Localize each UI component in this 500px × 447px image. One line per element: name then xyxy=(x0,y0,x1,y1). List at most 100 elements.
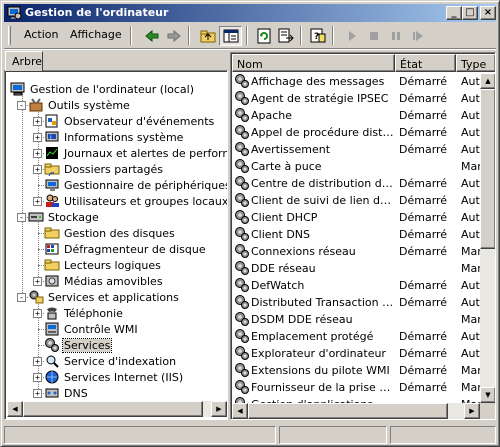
tree-item[interactable]: Médias amovibles xyxy=(44,273,164,289)
tree-item[interactable]: Observateur d'événements xyxy=(44,113,215,129)
service-row[interactable]: Client DNS Démarré Auto xyxy=(232,226,480,243)
service-row[interactable]: Extensions du pilote WMI Démarré Man xyxy=(232,362,480,379)
service-row[interactable]: Apache Démarré Auto xyxy=(232,107,480,124)
expand-icon[interactable]: + xyxy=(33,149,42,158)
start-service-button[interactable] xyxy=(340,26,363,46)
tree-item[interactable]: DNS xyxy=(44,385,89,401)
tree-item[interactable]: Services et applications xyxy=(28,289,180,305)
service-row[interactable]: Carte à puce Man xyxy=(232,158,480,175)
expand-icon[interactable]: + xyxy=(33,197,42,206)
scroll-thumb[interactable] xyxy=(23,401,203,417)
tree-item-label: Défragmenteur de disque xyxy=(64,242,206,256)
up-level-button[interactable] xyxy=(196,26,219,46)
restart-service-button[interactable] xyxy=(406,26,429,46)
service-startup-type: Auto xyxy=(461,75,480,88)
show-hide-tree-button[interactable] xyxy=(219,26,242,46)
forward-button[interactable] xyxy=(162,26,185,46)
tree-horizontal-scrollbar[interactable]: ◀ ▶ xyxy=(7,401,227,417)
service-row[interactable]: DefWatch Démarré Auto xyxy=(232,277,480,294)
tree-item[interactable]: Services Internet (IIS) xyxy=(44,369,184,385)
service-row[interactable]: Gestion d'applicationsMan xyxy=(232,396,480,403)
services-list-panel: Nom État Type Affichage des messages Déma… xyxy=(230,52,496,420)
scroll-left-button[interactable]: ◀ xyxy=(7,401,23,417)
service-row[interactable]: Client DHCP Démarré Auto xyxy=(232,209,480,226)
service-gear-icon xyxy=(234,294,250,310)
service-row[interactable]: Appel de procédure distan... Démarré Auto xyxy=(232,124,480,141)
service-state: Démarré xyxy=(399,109,448,122)
expand-icon[interactable]: + xyxy=(33,165,42,174)
tree-item[interactable]: Gestion des disques xyxy=(44,225,176,241)
title-bar[interactable]: Gestion de l'ordinateur _ □ × xyxy=(4,4,496,22)
help-button[interactable]: ? xyxy=(306,26,329,46)
service-row[interactable]: DSDM DDE réseau Man xyxy=(232,311,480,328)
scroll-right-button[interactable]: ▶ xyxy=(211,401,227,417)
export-list-icon xyxy=(278,28,294,43)
close-button[interactable]: × xyxy=(480,6,496,20)
list-horizontal-scrollbar[interactable]: ◀ ▶ xyxy=(232,403,480,419)
console-tree[interactable]: Gestion de l'ordinateur (local) - Outils s… xyxy=(7,73,227,403)
maximize-button[interactable]: □ xyxy=(462,6,478,20)
computer-management-icon xyxy=(6,5,22,21)
tree-item[interactable]: Stockage xyxy=(28,209,100,225)
indexing-service-icon xyxy=(44,353,60,369)
services-list[interactable]: Affichage des messagesDémarréAutoAgent d… xyxy=(232,73,480,403)
menu-view[interactable]: Affichage xyxy=(70,28,122,41)
tree-item[interactable]: i Informations système xyxy=(44,129,184,145)
tree-item[interactable]: Service d'indexation xyxy=(44,353,177,369)
tree-item[interactable]: Outils système xyxy=(28,97,131,113)
tree-item[interactable]: Gestion de l'ordinateur (local) xyxy=(10,81,195,97)
service-row[interactable]: DDE réseau Man xyxy=(232,260,480,277)
tree-item[interactable]: Utilisateurs et groupes locaux xyxy=(44,193,227,209)
expand-icon[interactable]: + xyxy=(33,117,42,126)
tree-item[interactable]: Défragmenteur de disque xyxy=(44,241,207,257)
pause-service-button[interactable] xyxy=(384,26,407,46)
service-row[interactable]: Centre de distribution de c... Démarré Aut… xyxy=(232,175,480,192)
collapse-icon[interactable]: - xyxy=(17,213,26,222)
expand-icon[interactable]: + xyxy=(33,357,42,366)
service-startup-type: Auto xyxy=(461,296,480,309)
tree-item[interactable]: Contrôle WMI xyxy=(44,321,139,337)
scroll-up-button[interactable]: ▲ xyxy=(480,73,495,89)
scroll-left-button[interactable]: ◀ xyxy=(232,403,248,419)
minimize-button[interactable]: _ xyxy=(446,6,462,20)
svg-text:?: ? xyxy=(314,32,319,42)
expand-icon[interactable]: + xyxy=(33,133,42,142)
tree-item[interactable]: Journaux et alertes de performance xyxy=(44,145,227,161)
service-row[interactable]: Emplacement protégé Démarré Auto xyxy=(232,328,480,345)
collapse-icon[interactable]: - xyxy=(17,293,26,302)
tab-tree[interactable]: Arbre xyxy=(5,51,43,71)
column-header-type[interactable]: Type xyxy=(456,54,495,72)
scroll-thumb[interactable] xyxy=(480,89,495,249)
tree-item[interactable]: Téléphonie xyxy=(44,305,124,321)
service-row[interactable]: Distributed Transaction Co... Démarré Auto xyxy=(232,294,480,311)
back-button[interactable] xyxy=(140,26,163,46)
expand-icon[interactable]: + xyxy=(33,373,42,382)
export-list-button[interactable] xyxy=(274,26,297,46)
column-header-state[interactable]: État xyxy=(395,54,456,72)
menu-action[interactable]: Action xyxy=(24,28,58,41)
column-header-name[interactable]: Nom xyxy=(232,54,395,72)
list-vertical-scrollbar[interactable]: ▲ ▼ xyxy=(480,73,495,403)
service-row[interactable]: Agent de stratégie IPSEC Démarré Auto xyxy=(232,90,480,107)
stop-service-button[interactable] xyxy=(362,26,385,46)
collapse-icon[interactable]: - xyxy=(17,101,26,110)
tree-item[interactable]: Dossiers partagés xyxy=(44,161,164,177)
expand-icon[interactable]: + xyxy=(33,309,42,318)
service-row[interactable]: Connexions réseau Démarré Man xyxy=(232,243,480,260)
service-row[interactable]: Explorateur d'ordinateur Démarré Auto xyxy=(232,345,480,362)
expand-icon[interactable]: + xyxy=(33,389,42,398)
refresh-button[interactable] xyxy=(252,26,275,46)
service-row[interactable]: Client de suivi de lien distri... Démarré… xyxy=(232,192,480,209)
expand-icon[interactable]: + xyxy=(33,277,42,286)
scroll-down-button[interactable]: ▼ xyxy=(480,387,495,403)
tree-item[interactable]: Gestionnaire de périphériques xyxy=(44,177,227,193)
service-row[interactable]: Affichage des messages Démarré Auto xyxy=(232,73,480,90)
service-row[interactable]: Avertissement Démarré Auto xyxy=(232,141,480,158)
toolbar-separator xyxy=(188,26,190,45)
scroll-right-button[interactable]: ▶ xyxy=(464,403,480,419)
tree-item[interactable]: Lecteurs logiques xyxy=(44,257,162,273)
scroll-thumb[interactable] xyxy=(248,403,448,419)
tab-tree-label: Arbre xyxy=(12,55,43,68)
service-row[interactable]: Fournisseur de la prise en ... Démarré Man xyxy=(232,379,480,396)
tree-item[interactable]: Services xyxy=(44,337,113,353)
